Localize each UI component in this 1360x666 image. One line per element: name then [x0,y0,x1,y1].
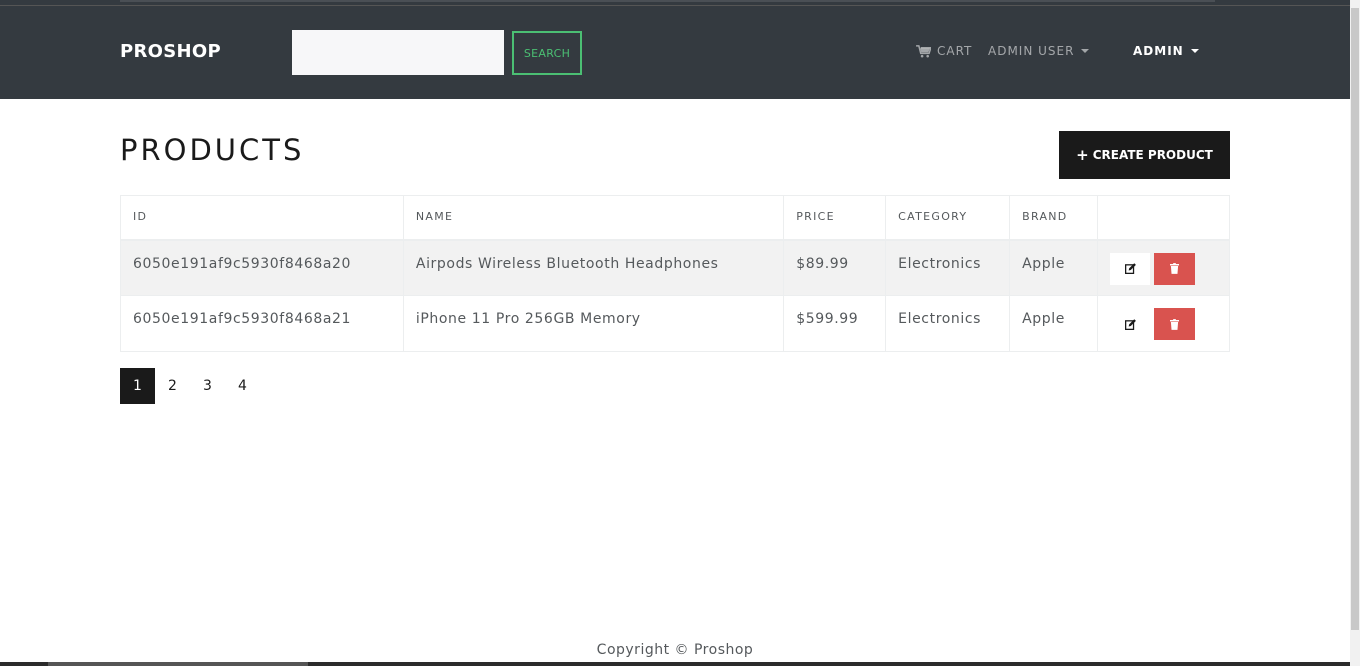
cell-actions [1097,295,1230,352]
pagination: 1 2 3 4 [120,368,260,404]
table-row: 6050e191af9c5930f8468a20 Airpods Wireles… [120,239,1230,296]
scrollbar-thumb[interactable] [1351,8,1359,630]
create-product-button[interactable]: + CREATE PRODUCT [1059,131,1230,179]
cell-price: $89.99 [783,239,887,296]
user-menu-label: ADMIN USER [988,44,1075,58]
create-product-label: CREATE PRODUCT [1092,148,1213,162]
navbar: PROSHOP SEARCH CART ADMIN USER ADMIN [0,6,1350,99]
cart-icon [916,44,931,57]
table-header-row: ID NAME PRICE CATEGORY BRAND [120,195,1230,241]
admin-menu-label: ADMIN [1133,44,1184,58]
trash-icon [1170,318,1180,330]
cell-category: Electronics [885,295,1011,352]
cell-price: $599.99 [783,295,887,352]
cell-name: Airpods Wireless Bluetooth Headphones [402,239,785,296]
column-header-actions [1097,195,1230,241]
edit-icon [1124,263,1136,274]
browser-chrome-bottom [0,662,1350,666]
delete-product-button[interactable] [1154,252,1196,285]
cell-id: 6050e191af9c5930f8468a21 [120,295,404,352]
edit-product-button[interactable] [1110,252,1151,285]
table-row: 6050e191af9c5930f8468a21 iPhone 11 Pro 2… [120,295,1230,352]
footer-copyright: Copyright © Proshop [596,642,754,658]
search-input[interactable] [292,30,504,75]
chevron-down-icon [1081,49,1090,53]
edit-product-button[interactable] [1110,308,1151,340]
edit-icon [1124,318,1136,330]
brand-logo[interactable]: PROSHOP [120,41,221,62]
column-header-price: PRICE [783,195,887,241]
delete-product-button[interactable] [1154,308,1196,340]
column-header-category: CATEGORY [885,195,1011,241]
page-link-4[interactable]: 4 [225,368,260,404]
page-link-1[interactable]: 1 [120,368,155,404]
page-link-3[interactable]: 3 [190,368,225,404]
page-title: PRODUCTS [120,133,305,167]
plus-icon: + [1076,146,1089,164]
page-scrollbar[interactable] [1350,0,1360,666]
products-table: ID NAME PRICE CATEGORY BRAND 6050e191af9… [120,195,1230,352]
admin-menu-dropdown[interactable]: ADMIN [1133,44,1199,58]
cell-name: iPhone 11 Pro 256GB Memory [402,295,785,352]
nav-cart-label: CART [937,44,973,58]
cell-brand: Apple [1009,239,1099,296]
column-header-name: NAME [402,195,785,241]
cell-actions [1097,239,1230,296]
cell-category: Electronics [885,239,1011,296]
user-menu-dropdown[interactable]: ADMIN USER [988,44,1090,58]
nav-cart-link[interactable]: CART [916,44,972,58]
chevron-down-icon [1190,49,1199,53]
column-header-brand: BRAND [1009,195,1099,241]
cell-id: 6050e191af9c5930f8468a20 [120,239,404,296]
search-button[interactable]: SEARCH [512,31,582,75]
cell-brand: Apple [1009,295,1099,352]
page-link-2[interactable]: 2 [155,368,190,404]
column-header-id: ID [120,195,404,241]
trash-icon [1170,263,1180,274]
